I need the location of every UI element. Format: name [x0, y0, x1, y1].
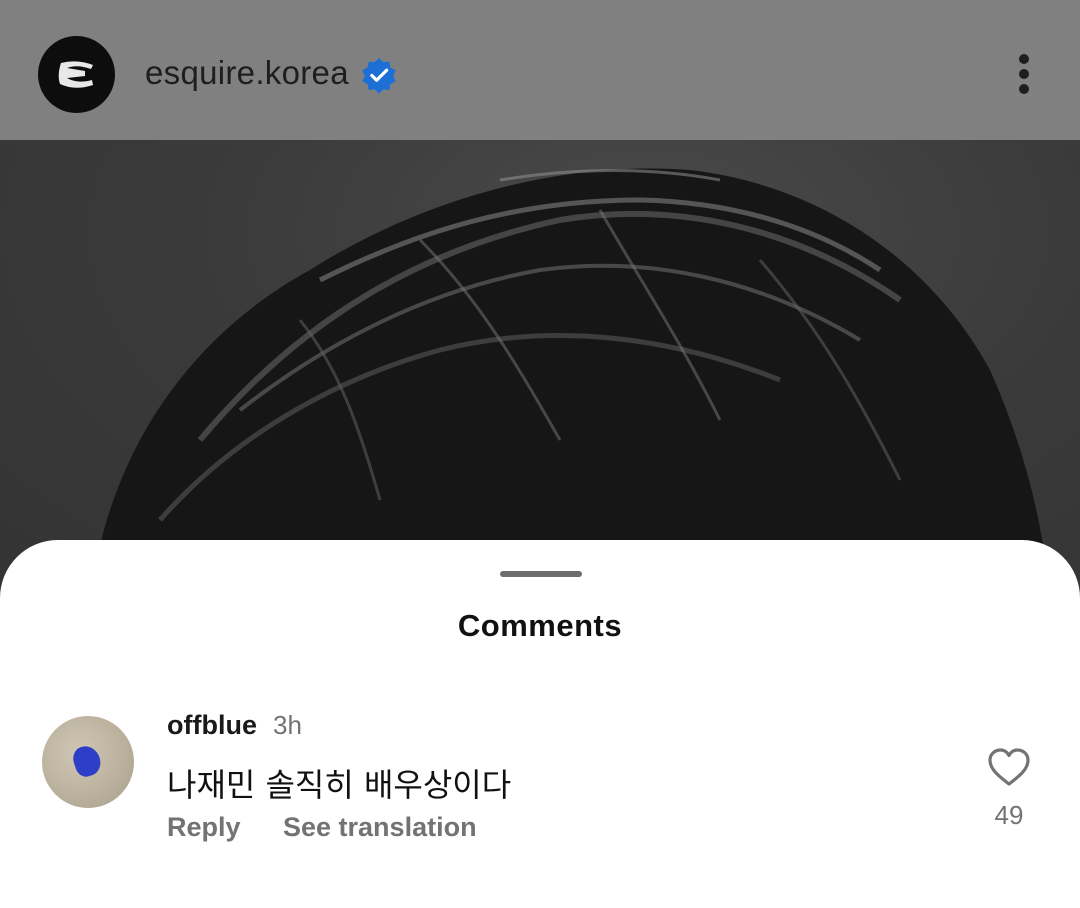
account-name[interactable]: esquire.korea [145, 54, 349, 92]
see-translation-button[interactable]: See translation [283, 812, 477, 843]
reply-button[interactable]: Reply [167, 812, 241, 843]
like-count: 49 [994, 800, 1024, 830]
comments-sheet: Comments offblue 3h 나재민 솔직히 배우상이다 Reply … [0, 540, 1080, 908]
more-dot [1019, 69, 1029, 79]
post-photo[interactable] [0, 140, 1080, 600]
post-header: esquire.korea [0, 0, 1080, 140]
comment-timestamp: 3h [273, 710, 302, 740]
verified-badge-icon [362, 57, 396, 94]
sheet-drag-handle[interactable] [500, 571, 582, 577]
esquire-logo-icon [58, 60, 93, 88]
more-vertical-icon [1019, 54, 1029, 64]
more-dot [1019, 84, 1029, 94]
comment-text: 나재민 솔직히 배우상이다 [167, 766, 512, 804]
commenter-avatar[interactable] [42, 716, 134, 808]
account-avatar[interactable] [38, 36, 115, 113]
sheet-title: Comments [457, 608, 623, 643]
avatar-cap-shape [70, 742, 104, 780]
heart-outline-icon[interactable] [986, 746, 1032, 788]
photo-hair-illustration [90, 168, 1050, 600]
more-options-button[interactable] [1008, 52, 1040, 96]
comment-username[interactable]: offblue [167, 710, 257, 741]
